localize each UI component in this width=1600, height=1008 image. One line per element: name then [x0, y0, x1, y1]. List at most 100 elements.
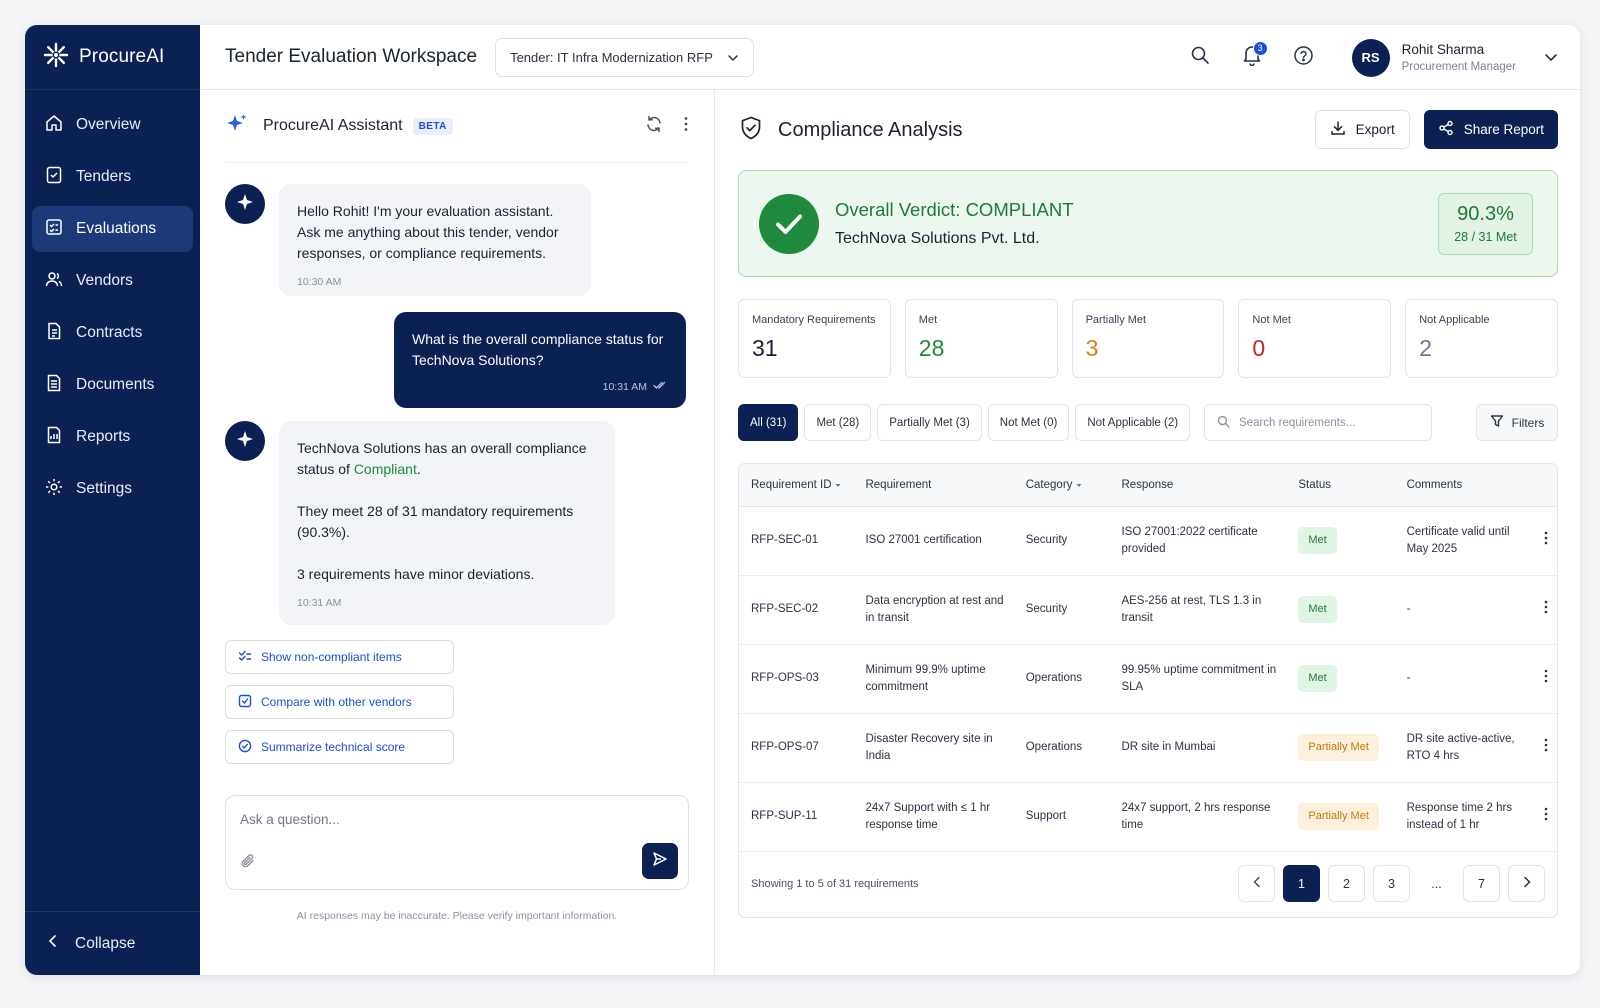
table-row[interactable]: RFP-OPS-07 Disaster Recovery site in Indi…: [739, 713, 1557, 783]
status-badge: Partially Met: [1298, 803, 1379, 830]
sidebar-item-label: Reports: [76, 428, 131, 445]
column-header-requirement-id[interactable]: Requirement ID: [739, 464, 854, 507]
sidebar-item-documents[interactable]: Documents: [32, 362, 193, 408]
sidebar: ProcureAI Overview Tenders Evaluations V…: [25, 25, 200, 975]
row-menu-button[interactable]: [1523, 575, 1557, 645]
cell-response: 99.95% uptime commitment in SLA: [1109, 644, 1287, 714]
chevron-left-icon: [47, 934, 59, 953]
assistant-title: ProcureAI Assistant: [263, 117, 403, 134]
paperclip-icon[interactable]: [240, 852, 256, 875]
column-header-category[interactable]: Category: [1013, 464, 1110, 507]
stat-label: Met: [918, 314, 938, 326]
double-check-icon: [653, 377, 668, 398]
row-menu-button[interactable]: [1523, 644, 1557, 714]
cell-status: Partially Met: [1286, 782, 1395, 852]
more-vertical-icon[interactable]: [683, 116, 689, 137]
message-bubble: Hello Rohit! I'm your evaluation assista…: [279, 184, 591, 296]
row-menu-button[interactable]: [1523, 782, 1557, 852]
suggestion-summarize-score[interactable]: Summarize technical score: [225, 730, 454, 764]
sidebar-item-label: Vendors: [76, 272, 133, 289]
table-row[interactable]: RFP-OPS-03 Minimum 99.9% uptime commitmen…: [739, 644, 1557, 714]
filter-chip[interactable]: All (31): [738, 404, 799, 441]
page-button[interactable]: 3: [1373, 865, 1410, 902]
notification-badge: 3: [1252, 40, 1268, 56]
cell-comments: -: [1394, 644, 1524, 714]
tender-select[interactable]: Tender: IT Infra Modernization RFP: [495, 37, 754, 77]
next-page-button[interactable]: [1508, 865, 1545, 902]
chat-input[interactable]: [240, 812, 640, 827]
collapse-button[interactable]: Collapse: [25, 911, 200, 975]
help-button[interactable]: [1278, 38, 1330, 78]
top-bar: Tender Evaluation Workspace Tender: IT I…: [200, 25, 1580, 90]
sort-icon: [835, 479, 841, 491]
sidebar-item-settings[interactable]: Settings: [32, 466, 193, 512]
share-report-label: Share Report: [1463, 122, 1544, 137]
refresh-icon[interactable]: [645, 115, 663, 138]
filter-chip[interactable]: Met (28): [804, 404, 872, 441]
filter-chip[interactable]: Not Met (0): [987, 404, 1070, 441]
share-report-button[interactable]: Share Report: [1423, 110, 1558, 149]
sidebar-item-label: Documents: [76, 376, 155, 393]
sidebar-item-evaluations[interactable]: Evaluations: [32, 206, 193, 252]
page-button[interactable]: 7: [1463, 865, 1500, 902]
sidebar-item-vendors[interactable]: Vendors: [32, 258, 193, 304]
table-row[interactable]: RFP-SEC-02 Data encryption at rest and in…: [739, 575, 1557, 645]
stats-row: Mandatory Requirements 31 Met 28 Partially M…: [738, 299, 1558, 378]
search-button[interactable]: [1174, 38, 1226, 78]
sidebar-item-tenders[interactable]: Tenders: [32, 154, 193, 200]
send-button[interactable]: [642, 843, 678, 879]
sidebar-item-reports[interactable]: Reports: [32, 414, 193, 460]
row-menu-button[interactable]: [1523, 506, 1557, 576]
row-menu-button[interactable]: [1523, 713, 1557, 783]
suggestion-label: Summarize technical score: [261, 740, 406, 754]
status-filter-chips: All (31) Met (28) Partially Met (3) Not Met…: [738, 404, 1196, 441]
filters-button[interactable]: Filters: [1476, 404, 1558, 441]
cell-requirement-id: RFP-OPS-07: [739, 713, 854, 783]
stat-card-not-met: Not Met 0: [1238, 299, 1392, 378]
user-role: Procurement Manager: [1401, 61, 1516, 73]
score-percent: 90.3%: [1457, 203, 1514, 225]
page-button[interactable]: 2: [1328, 865, 1365, 902]
requirements-search[interactable]: Search requirements...: [1204, 404, 1432, 441]
table-row[interactable]: RFP-SEC-01 ISO 27001 certification Securit…: [739, 506, 1557, 576]
sidebar-item-contracts[interactable]: Contracts: [32, 310, 193, 356]
cell-requirement: ISO 27001 certification: [853, 506, 1014, 576]
cell-requirement: Minimum 99.9% uptime commitment: [853, 644, 1014, 714]
notifications-button[interactable]: 3: [1226, 38, 1278, 78]
suggestion-show-non-compliant[interactable]: Show non-compliant items: [225, 640, 454, 674]
filters-label: Filters: [1511, 415, 1545, 430]
cell-comments: Certificate valid until May 2025: [1394, 506, 1524, 576]
cell-requirement-id: RFP-SEC-02: [739, 575, 854, 645]
stat-card-met: Met 28: [904, 299, 1058, 378]
sidebar-item-overview[interactable]: Overview: [32, 102, 193, 148]
chevron-down-icon: [727, 50, 739, 65]
page-button[interactable]: 1: [1283, 865, 1320, 902]
search-icon: [1217, 415, 1230, 431]
filter-chip[interactable]: Not Applicable (2): [1075, 404, 1191, 441]
export-button[interactable]: Export: [1314, 110, 1410, 149]
cell-requirement: Disaster Recovery site in India: [853, 713, 1014, 783]
stat-label: Mandatory Requirements: [752, 314, 876, 326]
column-header-label: Requirement ID: [751, 478, 832, 491]
brand[interactable]: ProcureAI: [25, 25, 200, 90]
more-vertical-icon: [1544, 738, 1548, 755]
assistant-avatar: [225, 421, 265, 461]
more-vertical-icon: [1544, 600, 1548, 617]
filter-chip[interactable]: Partially Met (3): [877, 404, 982, 441]
suggestion-compare-vendors[interactable]: Compare with other vendors: [225, 685, 454, 719]
prev-page-button[interactable]: [1238, 865, 1275, 902]
evaluation-icon: [44, 217, 64, 242]
cell-comments: DR site active-active, RTO 4 hrs: [1394, 713, 1524, 783]
bot-message: Hello Rohit! I'm your evaluation assista…: [225, 184, 591, 296]
compare-icon: [238, 694, 252, 711]
compliance-actions: Export Share Report: [1314, 110, 1558, 149]
sidebar-item-label: Contracts: [76, 324, 143, 341]
compliance-title: Compliance Analysis: [778, 118, 963, 141]
suggestion-label: Compare with other vendors: [261, 695, 412, 709]
message-text: TechNova Solutions has an overall compli…: [297, 438, 597, 480]
user-menu[interactable]: RS Rohit Sharma Procurement Manager: [1351, 38, 1558, 77]
requirements-table: Requirement ID Requirement Category Resp…: [738, 463, 1558, 918]
cell-response: AES-256 at rest, TLS 1.3 in transit: [1109, 575, 1287, 645]
table-row[interactable]: RFP-SUP-11 24x7 Support with ≤ 1 hr respo…: [739, 782, 1557, 852]
cell-status: Met: [1286, 506, 1395, 576]
